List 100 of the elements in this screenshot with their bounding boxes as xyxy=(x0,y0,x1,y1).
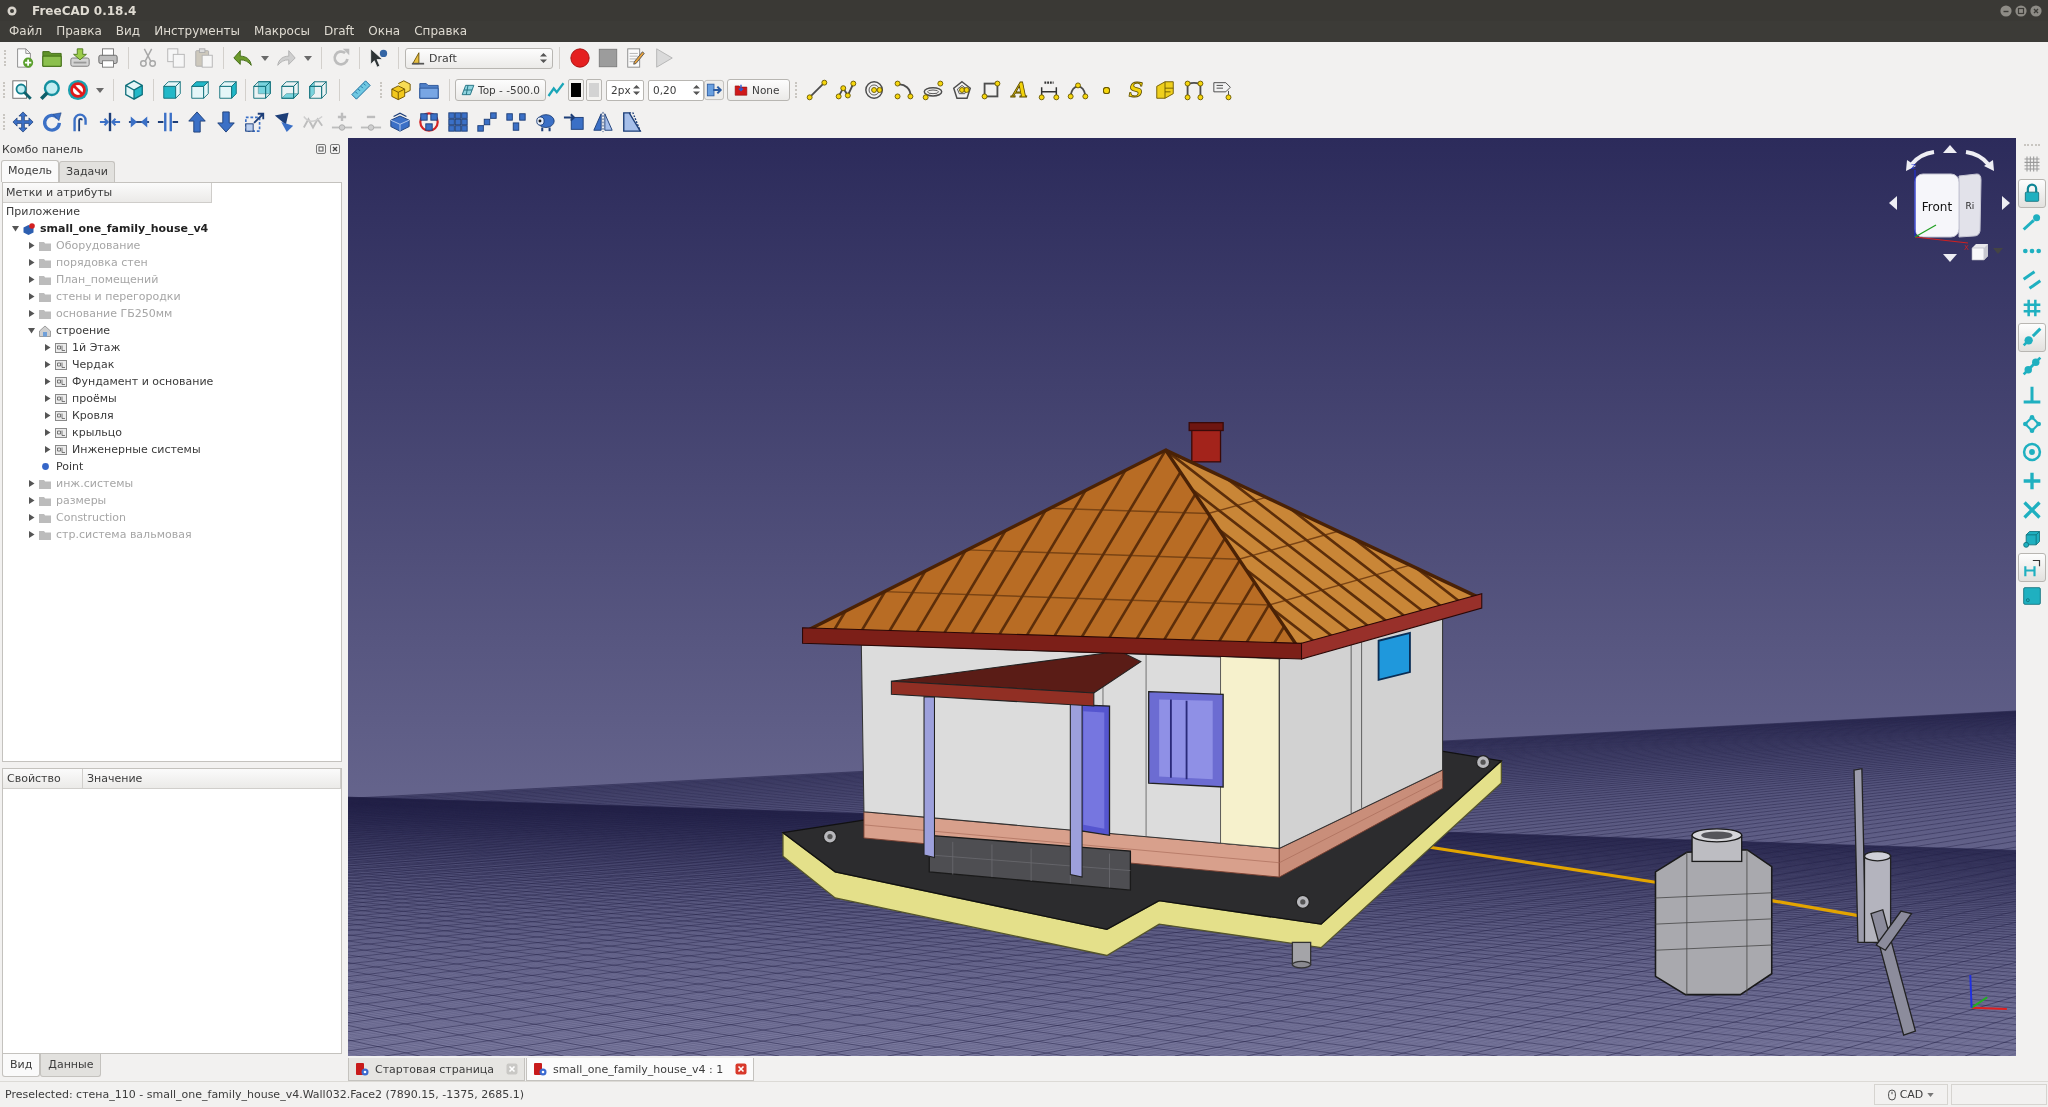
diamond-nodes-icon[interactable] xyxy=(2022,413,2042,434)
window-menu-icon[interactable] xyxy=(7,5,17,16)
tree-item[interactable]: Кровля xyxy=(72,409,114,422)
caret-right-icon[interactable] xyxy=(27,514,35,521)
document-tab[interactable]: Стартовая страница xyxy=(348,1058,526,1081)
tab[interactable]: Данные xyxy=(40,1054,102,1077)
menu-item[interactable]: Справка xyxy=(407,21,475,42)
caret-right-icon[interactable] xyxy=(43,429,51,436)
pointer-icon[interactable] xyxy=(367,47,389,69)
record-icon[interactable] xyxy=(569,47,591,69)
face-color-button[interactable] xyxy=(586,79,603,101)
caret-right-icon[interactable] xyxy=(27,531,35,538)
caret-right-icon[interactable] xyxy=(43,361,51,368)
caret-right-icon[interactable] xyxy=(27,497,35,504)
lock-icon[interactable] xyxy=(2022,183,2042,204)
rotate-icon[interactable] xyxy=(40,111,63,133)
arrow-down-icon[interactable] xyxy=(1943,254,1957,262)
point-icon[interactable] xyxy=(1103,86,1111,94)
projection-icon[interactable] xyxy=(272,111,295,133)
toggle-button[interactable] xyxy=(2018,322,2046,352)
caret-down-icon[interactable] xyxy=(95,87,104,93)
menu-item[interactable]: Draft xyxy=(317,21,362,42)
curve-icon[interactable] xyxy=(1066,79,1089,101)
construction-group-button[interactable]: None xyxy=(727,79,791,101)
cube-face[interactable] xyxy=(1914,173,1960,238)
arrow-left-icon[interactable] xyxy=(1889,196,1897,210)
pentagon-icon[interactable] xyxy=(950,79,973,101)
stop-icon[interactable] xyxy=(597,47,619,69)
caret-right-icon[interactable] xyxy=(43,446,51,453)
menu-item[interactable]: Правка xyxy=(49,21,109,42)
caret-right-icon[interactable] xyxy=(27,242,35,249)
working-plane-button[interactable]: Top - -500.0 xyxy=(455,79,547,101)
page-magnifier-icon[interactable] xyxy=(11,79,33,101)
tree-item[interactable]: small_one_family_house_v4 xyxy=(40,222,209,235)
caret-right-icon[interactable] xyxy=(43,344,51,351)
line-icon[interactable] xyxy=(805,79,828,101)
blocks-icon[interactable] xyxy=(390,79,412,101)
square-icon[interactable] xyxy=(2022,586,2042,607)
line-width-field[interactable]: 2px xyxy=(606,79,645,101)
workbench-selector[interactable]: Draft xyxy=(405,47,553,69)
caret-down-icon[interactable] xyxy=(303,55,312,61)
save-icon[interactable] xyxy=(69,47,91,69)
menu-item[interactable]: Файл xyxy=(2,21,50,42)
caret-down-icon[interactable] xyxy=(11,225,19,232)
split-lines-icon[interactable] xyxy=(156,111,179,133)
printer-icon[interactable] xyxy=(97,47,119,69)
caret-right-icon[interactable] xyxy=(43,412,51,419)
float-icon[interactable] xyxy=(316,144,326,154)
down-arrow-icon[interactable] xyxy=(214,111,237,133)
arc-icon[interactable] xyxy=(892,79,915,101)
cube-face[interactable] xyxy=(1958,173,1982,238)
ruler-icon[interactable] xyxy=(350,79,372,101)
polar-array-icon[interactable] xyxy=(417,111,440,133)
stepped-blocks-icon[interactable] xyxy=(475,111,498,133)
close-icon[interactable] xyxy=(735,1063,748,1075)
column-header[interactable]: Свойство xyxy=(3,769,83,788)
face-panel-icon[interactable] xyxy=(1153,79,1176,101)
cube-icon[interactable] xyxy=(307,79,329,101)
spin-arrows-icon[interactable] xyxy=(633,84,641,96)
tree-item[interactable]: крыльцо xyxy=(72,426,123,439)
close-icon[interactable] xyxy=(330,144,340,154)
tree-item[interactable]: Чердак xyxy=(72,358,115,371)
tree-item[interactable]: Point xyxy=(56,460,84,473)
cube-icon[interactable] xyxy=(189,79,211,101)
tree-item[interactable]: строение xyxy=(56,324,111,337)
document-tab[interactable]: small_one_family_house_v4 : 1 xyxy=(526,1058,755,1081)
menu-item[interactable]: Макросы xyxy=(247,21,318,42)
caret-right-icon[interactable] xyxy=(43,378,51,385)
line-color-button[interactable] xyxy=(568,79,585,101)
clipboard-icon[interactable] xyxy=(193,47,215,69)
cube-icon[interactable] xyxy=(217,79,239,101)
menu-item[interactable]: Инструменты xyxy=(147,21,248,42)
blob-icon[interactable] xyxy=(533,111,556,133)
minimize-icon[interactable] xyxy=(2000,4,2012,17)
notepad-pencil-icon[interactable] xyxy=(625,47,647,69)
magnifier-icon[interactable] xyxy=(39,79,61,101)
tree-item[interactable]: проёмы xyxy=(72,392,117,405)
cube-icon[interactable] xyxy=(123,79,145,101)
column-header[interactable]: Значение xyxy=(83,769,341,788)
spin-arrows-icon[interactable] xyxy=(693,84,701,96)
arrow-up-icon[interactable] xyxy=(1943,145,1957,153)
tab[interactable]: Задачи xyxy=(59,161,115,182)
tab[interactable]: Вид xyxy=(2,1054,41,1077)
stretch-icon[interactable] xyxy=(620,111,643,133)
no-entry-icon[interactable] xyxy=(67,79,89,101)
bezier-curve-icon[interactable] xyxy=(1182,79,1205,101)
label-tag-icon[interactable] xyxy=(1211,79,1234,101)
caret-down-icon[interactable] xyxy=(260,55,269,61)
arrows-to-line-icon[interactable] xyxy=(98,111,121,133)
cube-face-label[interactable]: Front xyxy=(1921,200,1953,214)
tree-item[interactable]: Фундамент и основание xyxy=(72,375,214,388)
dimension-icon[interactable] xyxy=(1037,79,1060,101)
rectangle-icon[interactable] xyxy=(979,79,1002,101)
polyline-icon[interactable] xyxy=(834,79,857,101)
arrow-into-box-icon[interactable] xyxy=(562,111,585,133)
menu-item[interactable]: Окна xyxy=(361,21,408,42)
scale-icon[interactable] xyxy=(243,111,266,133)
mirror-icon[interactable] xyxy=(591,111,614,133)
toggle-button[interactable] xyxy=(2018,178,2046,208)
move-arrows-icon[interactable] xyxy=(11,111,34,133)
